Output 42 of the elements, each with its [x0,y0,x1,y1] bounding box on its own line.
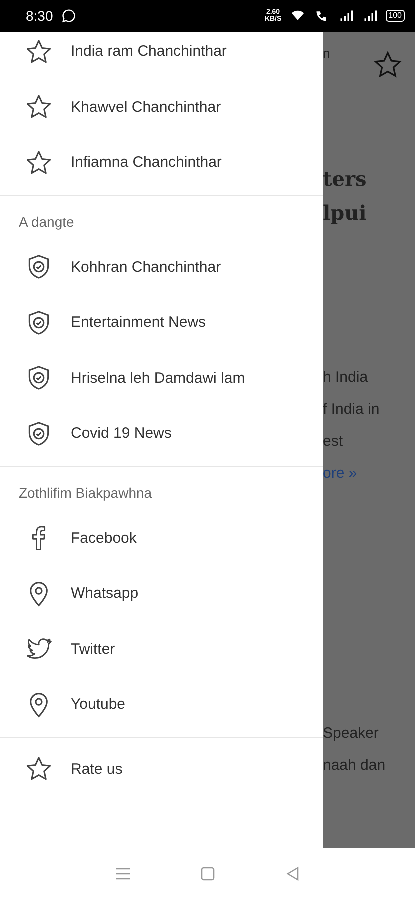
article-title: lpui [323,200,367,227]
drawer-item[interactable]: Khawvel Chanchinthar [0,80,323,135]
home-square-icon[interactable] [198,865,216,883]
article-text: h India [323,368,368,388]
article-text: Speaker [323,724,379,744]
drawer-item-label: India ram Chanchinthar [71,43,227,60]
drawer-item[interactable]: Twitter [0,622,323,677]
drawer-item-label: Facebook [71,530,137,547]
status-time: 8:30 [26,8,54,24]
whatsapp-icon [61,9,78,23]
drawer-item-label: Youtube [71,696,126,714]
wifi-icon [290,9,306,23]
article-text: naah dan [323,756,386,776]
drawer-item-label: Whatsapp [71,585,139,602]
drawer-item[interactable]: Youtube [0,677,323,732]
star-icon [373,50,403,80]
battery-level: 100 [386,10,405,22]
star-icon [25,38,53,66]
drawer-item[interactable]: Covid 19 News [0,406,323,462]
section-header: Zothlifim Biakpawhna [18,484,154,503]
article-text: f India in [323,400,380,420]
drawer-item-label: Khawvel Chanchinthar [71,98,222,116]
drawer-item-label: Infiamna Chanchinthar [71,154,222,172]
drawer-item[interactable]: Infiamna Chanchinthar [0,135,323,190]
drawer-item[interactable]: Facebook [0,510,323,566]
drawer-item-label: Kohhran Chanchinthar [71,258,222,276]
article-text: n [323,46,330,61]
drawer-item[interactable]: India ram Chanchinthar [0,24,323,80]
drawer-item[interactable]: Whatsapp [0,566,323,622]
drawer-item-label: Rate us [71,760,123,778]
article-title: ters [323,166,367,193]
section-header: A dangte [18,212,76,232]
drawer-item-label: Entertainment News [71,314,206,332]
drawer-item[interactable]: Hriselna leh Damdawi lam [0,350,323,406]
drawer-item[interactable]: Entertainment News [0,295,323,350]
drawer-item[interactable]: Kohhran Chanchinthar [0,240,323,295]
star-icon [25,148,53,177]
drawer-item-label: Covid 19 News [71,425,172,442]
article-text: est [323,432,344,452]
drawer-item-label: Hriselna leh Damdawi lam [71,370,246,387]
drawer-item[interactable]: Rate us [0,742,323,797]
drawer-item-label: Twitter [71,640,116,658]
